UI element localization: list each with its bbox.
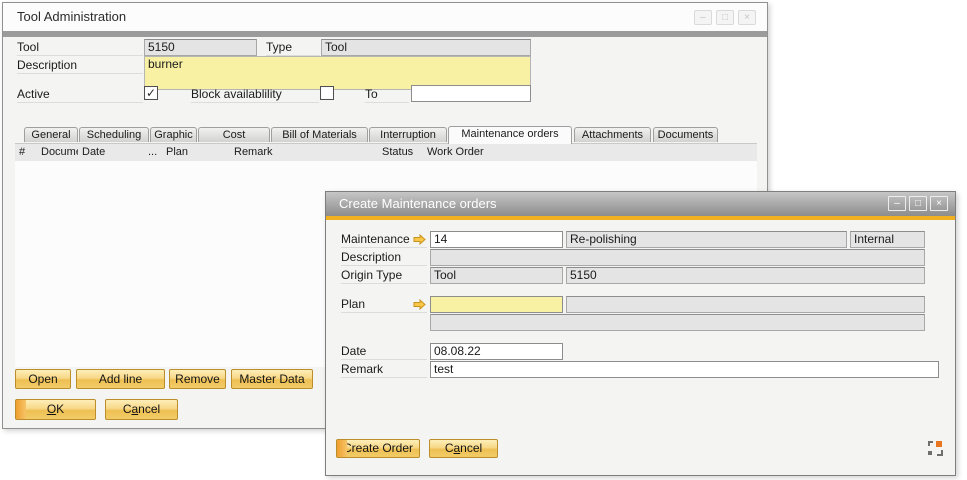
title-bar[interactable]: Tool Administration – □ ×: [3, 3, 767, 31]
link-arrow-icon[interactable]: [413, 299, 426, 310]
block-availability-checkbox[interactable]: [320, 86, 334, 100]
close-icon[interactable]: ×: [738, 10, 756, 25]
column-header-work-order[interactable]: Work Order: [423, 144, 757, 161]
maintenance-type-field: Internal: [850, 231, 925, 248]
link-arrow-icon[interactable]: [413, 234, 426, 245]
add-line-button[interactable]: Add line: [76, 369, 165, 389]
titlebar-separator: [3, 31, 767, 37]
cancel-button[interactable]: Cancel: [105, 399, 178, 420]
tab-strip: General Scheduling Graphic Cost Bill of …: [3, 126, 767, 143]
orders-table-header[interactable]: # Document Date ... Plan Remark Status W…: [15, 143, 757, 161]
maintenance-description-field: Re-polishing: [566, 231, 847, 248]
tab-documents[interactable]: Documents: [653, 127, 718, 142]
master-data-button[interactable]: Master Data: [231, 369, 313, 389]
column-header-ellipsis[interactable]: ...: [144, 144, 162, 161]
maximize-icon[interactable]: □: [716, 10, 734, 25]
maintenance-dropdown[interactable]: 14: [430, 231, 563, 248]
tool-field[interactable]: 5150: [144, 39, 257, 56]
maximize-icon[interactable]: □: [909, 196, 927, 211]
dialog-title: Create Maintenance orders: [339, 196, 497, 211]
tool-label: Tool: [17, 40, 143, 56]
column-header-remark[interactable]: Remark: [230, 144, 378, 161]
to-label: To: [365, 87, 409, 103]
tab-general[interactable]: General: [24, 127, 78, 142]
origin-type-label: Origin Type: [341, 268, 427, 284]
tab-cost[interactable]: Cost: [198, 127, 270, 142]
dialog-description-label: Description: [341, 250, 427, 266]
date-label: Date: [341, 344, 427, 360]
tab-scheduling[interactable]: Scheduling: [79, 127, 149, 142]
column-header-document[interactable]: Document: [37, 144, 78, 161]
origin-type-field: Tool: [430, 267, 563, 284]
type-field[interactable]: Tool: [321, 39, 531, 56]
active-checkbox[interactable]: ✓: [144, 86, 158, 100]
remark-field[interactable]: test: [430, 361, 939, 378]
tab-bill-of-materials[interactable]: Bill of Materials: [271, 127, 368, 142]
minimize-icon[interactable]: –: [694, 10, 712, 25]
tab-graphic[interactable]: Graphic: [150, 127, 197, 142]
open-button[interactable]: Open: [15, 369, 71, 389]
active-label: Active: [17, 87, 143, 103]
column-header-status[interactable]: Status: [378, 144, 423, 161]
ok-button[interactable]: OK: [15, 399, 96, 420]
date-dropdown[interactable]: 08.08.22: [430, 343, 563, 360]
accent-bar: [326, 216, 955, 220]
plan-extra-field: [430, 314, 925, 331]
tab-maintenance-orders[interactable]: Maintenance orders: [448, 126, 572, 144]
tab-attachments[interactable]: Attachments: [574, 127, 651, 142]
remove-button[interactable]: Remove: [169, 369, 226, 389]
dialog-description-field: [430, 249, 925, 266]
resize-grip-icon[interactable]: [928, 441, 943, 456]
window-controls: – □ ×: [694, 10, 756, 25]
window-title: Tool Administration: [17, 9, 126, 24]
dialog-cancel-button[interactable]: Cancel: [429, 439, 498, 458]
block-availability-label: Block availablility: [191, 87, 319, 103]
column-header-date[interactable]: Date: [78, 144, 144, 161]
minimize-icon[interactable]: –: [888, 196, 906, 211]
create-order-button[interactable]: Create Order: [336, 439, 420, 458]
plan-dropdown[interactable]: [430, 296, 563, 313]
create-maintenance-orders-dialog: Create Maintenance orders – □ × Maintena…: [325, 191, 956, 476]
dialog-title-bar[interactable]: Create Maintenance orders – □ ×: [326, 192, 955, 216]
column-header-number[interactable]: #: [15, 144, 37, 161]
remark-label: Remark: [341, 362, 427, 378]
close-icon[interactable]: ×: [930, 196, 948, 211]
checkmark-icon: ✓: [146, 86, 156, 100]
description-label: Description: [17, 58, 143, 74]
origin-code-field: 5150: [566, 267, 925, 284]
plan-description-field: [566, 296, 925, 313]
to-dropdown[interactable]: [411, 85, 531, 102]
tab-interruption[interactable]: Interruption: [369, 127, 447, 142]
type-label: Type: [266, 40, 320, 56]
dialog-window-controls: – □ ×: [888, 196, 948, 211]
column-header-plan[interactable]: Plan: [162, 144, 230, 161]
